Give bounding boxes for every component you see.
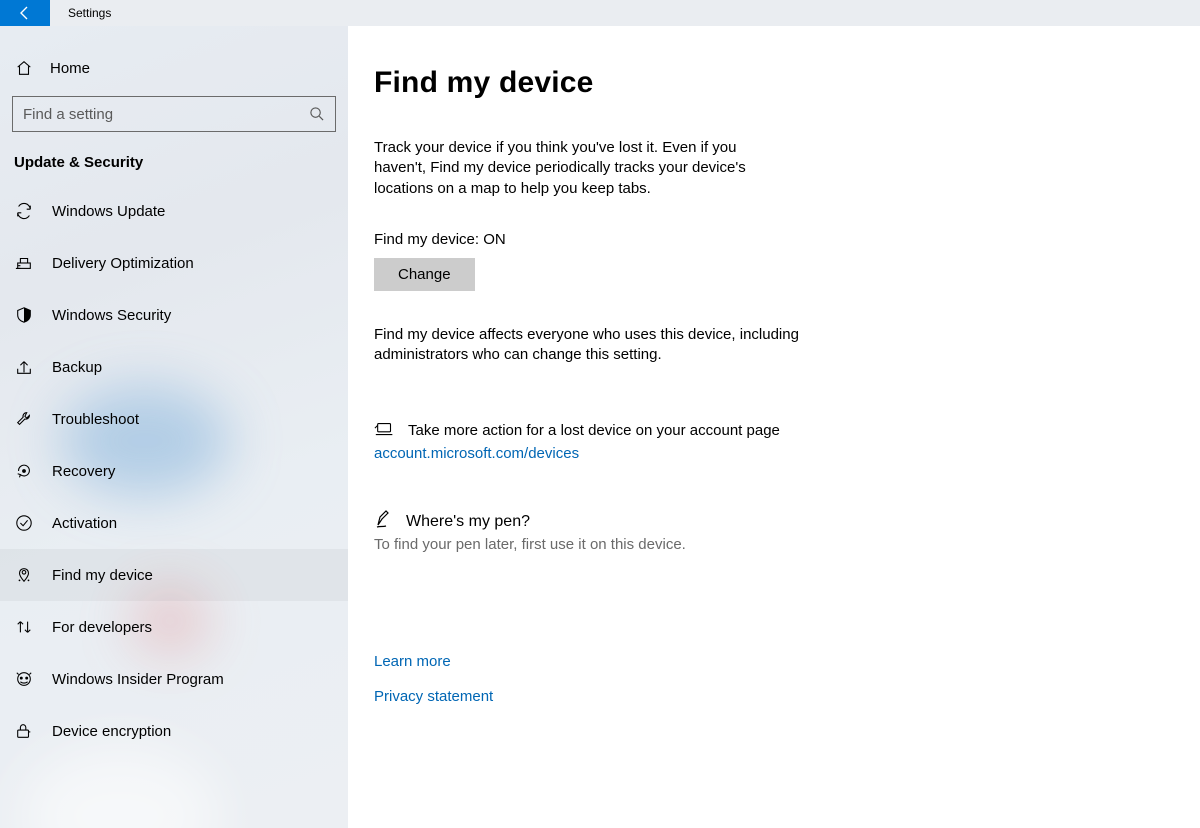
- search-input-container[interactable]: [12, 96, 336, 132]
- location-icon: [14, 565, 34, 585]
- sidebar-item-activation[interactable]: Activation: [0, 497, 348, 549]
- sidebar-item-device-encryption[interactable]: Device encryption: [0, 705, 348, 757]
- shield-icon: [14, 305, 34, 325]
- wrench-icon: [14, 409, 34, 429]
- lost-device-text: Take more action for a lost device on yo…: [408, 422, 780, 439]
- device-icon: [374, 419, 396, 441]
- sidebar-item-troubleshoot[interactable]: Troubleshoot: [0, 393, 348, 445]
- note-text: Find my device affects everyone who uses…: [374, 325, 814, 366]
- search-icon: [309, 106, 325, 122]
- recovery-icon: [14, 461, 34, 481]
- account-devices-link[interactable]: account.microsoft.com/devices: [374, 445, 579, 462]
- lock-icon: [14, 721, 34, 741]
- sidebar-item-label: Troubleshoot: [52, 411, 139, 428]
- sidebar-item-label: For developers: [52, 619, 152, 636]
- sidebar-item-recovery[interactable]: Recovery: [0, 445, 348, 497]
- page-title: Find my device: [374, 66, 1160, 100]
- delivery-icon: [14, 253, 34, 273]
- sidebar-item-home[interactable]: Home: [0, 46, 348, 90]
- sidebar-item-windows-update[interactable]: Windows Update: [0, 185, 348, 237]
- description-text: Track your device if you think you've lo…: [374, 138, 774, 199]
- sidebar-section-title: Update & Security: [0, 146, 348, 185]
- sidebar-item-label: Recovery: [52, 463, 115, 480]
- back-button[interactable]: [0, 0, 50, 26]
- window-title: Settings: [68, 6, 111, 20]
- sidebar-item-windows-security[interactable]: Windows Security: [0, 289, 348, 341]
- pen-icon: [374, 509, 394, 534]
- sidebar-item-find-my-device[interactable]: Find my device: [0, 549, 348, 601]
- pen-subtitle: To find your pen later, first use it on …: [374, 536, 1160, 553]
- home-icon: [14, 58, 34, 78]
- search-input[interactable]: [23, 106, 309, 123]
- dev-icon: [14, 617, 34, 637]
- check-icon: [14, 513, 34, 533]
- decorative-blur: [20, 746, 220, 828]
- sidebar-item-label: Activation: [52, 515, 117, 532]
- home-label: Home: [50, 60, 90, 77]
- learn-more-link[interactable]: Learn more: [374, 653, 1160, 670]
- main-content: Find my device Track your device if you …: [348, 26, 1200, 828]
- sidebar-item-for-developers[interactable]: For developers: [0, 601, 348, 653]
- sidebar: Home Update & Security Windows Update Del…: [0, 26, 348, 828]
- sidebar-item-label: Windows Update: [52, 203, 165, 220]
- sync-icon: [14, 201, 34, 221]
- titlebar: Settings: [0, 0, 1200, 26]
- pen-title: Where's my pen?: [406, 513, 530, 531]
- backup-icon: [14, 357, 34, 377]
- sidebar-item-label: Windows Insider Program: [52, 671, 224, 688]
- privacy-link[interactable]: Privacy statement: [374, 688, 1160, 705]
- sidebar-item-label: Find my device: [52, 567, 153, 584]
- insider-icon: [14, 669, 34, 689]
- sidebar-item-label: Delivery Optimization: [52, 255, 194, 272]
- sidebar-item-label: Windows Security: [52, 307, 171, 324]
- sidebar-item-label: Device encryption: [52, 723, 171, 740]
- sidebar-item-windows-insider[interactable]: Windows Insider Program: [0, 653, 348, 705]
- sidebar-item-backup[interactable]: Backup: [0, 341, 348, 393]
- sidebar-item-delivery-optimization[interactable]: Delivery Optimization: [0, 237, 348, 289]
- sidebar-item-label: Backup: [52, 359, 102, 376]
- change-button[interactable]: Change: [374, 258, 475, 291]
- status-label: Find my device: ON: [374, 231, 1160, 248]
